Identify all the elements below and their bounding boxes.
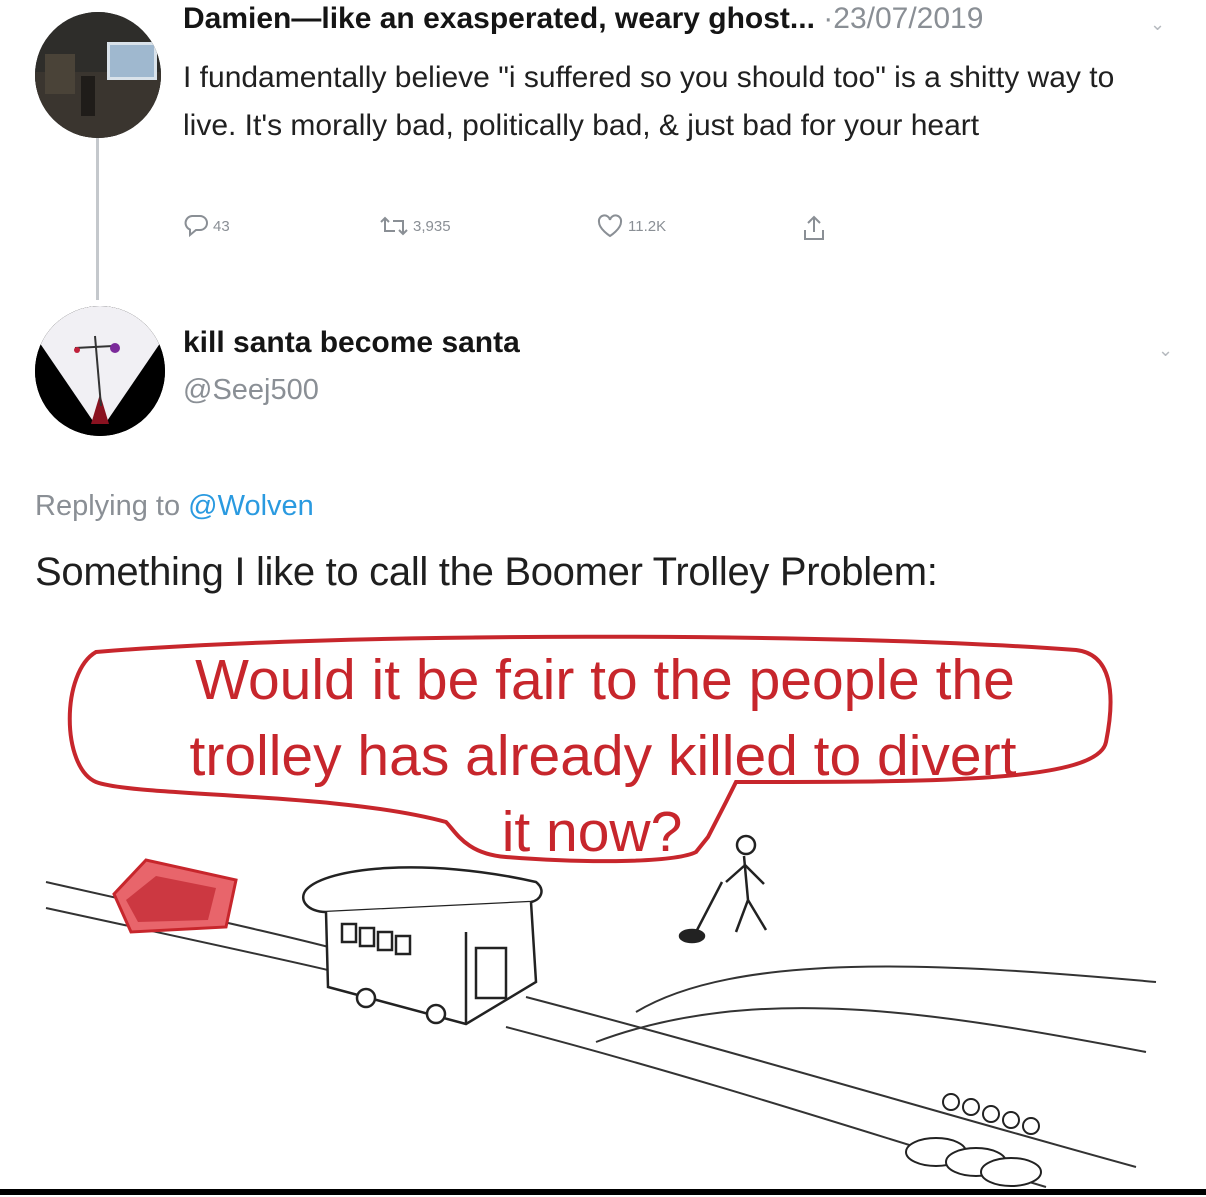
avatar-seej500[interactable] xyxy=(35,306,165,436)
heart-icon xyxy=(597,214,623,238)
reply-icon xyxy=(184,215,208,238)
reply-count: 43 xyxy=(213,217,230,235)
tweet2-display-name[interactable]: kill santa become santa xyxy=(183,326,520,360)
retweet-count: 3,935 xyxy=(413,217,451,235)
tweet1-display-name[interactable]: Damien—like an exasperated, weary ghost.… xyxy=(183,2,815,35)
tweet2-text: Something I like to call the Boomer Trol… xyxy=(35,550,938,594)
replying-to-line: Replying to @Wolven xyxy=(35,490,314,523)
tweet1-header: Damien—like an exasperated, weary ghost.… xyxy=(183,2,983,36)
tweet1-actions: 43 3,935 11.2K xyxy=(183,214,883,248)
thread-connector xyxy=(96,132,99,300)
share-icon xyxy=(804,215,824,240)
reply-button[interactable]: 43 xyxy=(183,214,230,238)
like-button[interactable]: 11.2K xyxy=(596,214,666,238)
tweet2-menu-chevron-icon[interactable]: ⌄ xyxy=(1158,340,1173,361)
bubble-line-2: trolley has already killed to divert xyxy=(189,724,1017,788)
avatar-photo xyxy=(35,12,161,138)
tweet1-text: I fundamentally believe "i suffered so y… xyxy=(183,61,1115,142)
tweet1-menu-chevron-icon[interactable]: ⌄ xyxy=(1150,14,1165,35)
bubble-line-1: Would it be fair to the people the xyxy=(195,648,1015,712)
replying-prefix: Replying to xyxy=(35,490,181,522)
tweet2-handle[interactable]: @Seej500 xyxy=(183,374,319,407)
bubble-line-3: it now? xyxy=(501,800,683,864)
avatar-image xyxy=(35,306,165,436)
speech-bubble-text: Would it be fair to the people the troll… xyxy=(0,642,1206,870)
retweet-button[interactable]: 3,935 xyxy=(379,214,451,238)
replying-mention-link[interactable]: @Wolven xyxy=(188,490,314,522)
share-button[interactable] xyxy=(801,214,827,242)
like-count: 11.2K xyxy=(628,217,667,235)
bottom-border xyxy=(0,1189,1206,1195)
tweet1-date[interactable]: ·23/07/2019 xyxy=(823,2,983,35)
avatar-damien[interactable] xyxy=(35,12,161,138)
retweet-icon xyxy=(380,216,408,236)
